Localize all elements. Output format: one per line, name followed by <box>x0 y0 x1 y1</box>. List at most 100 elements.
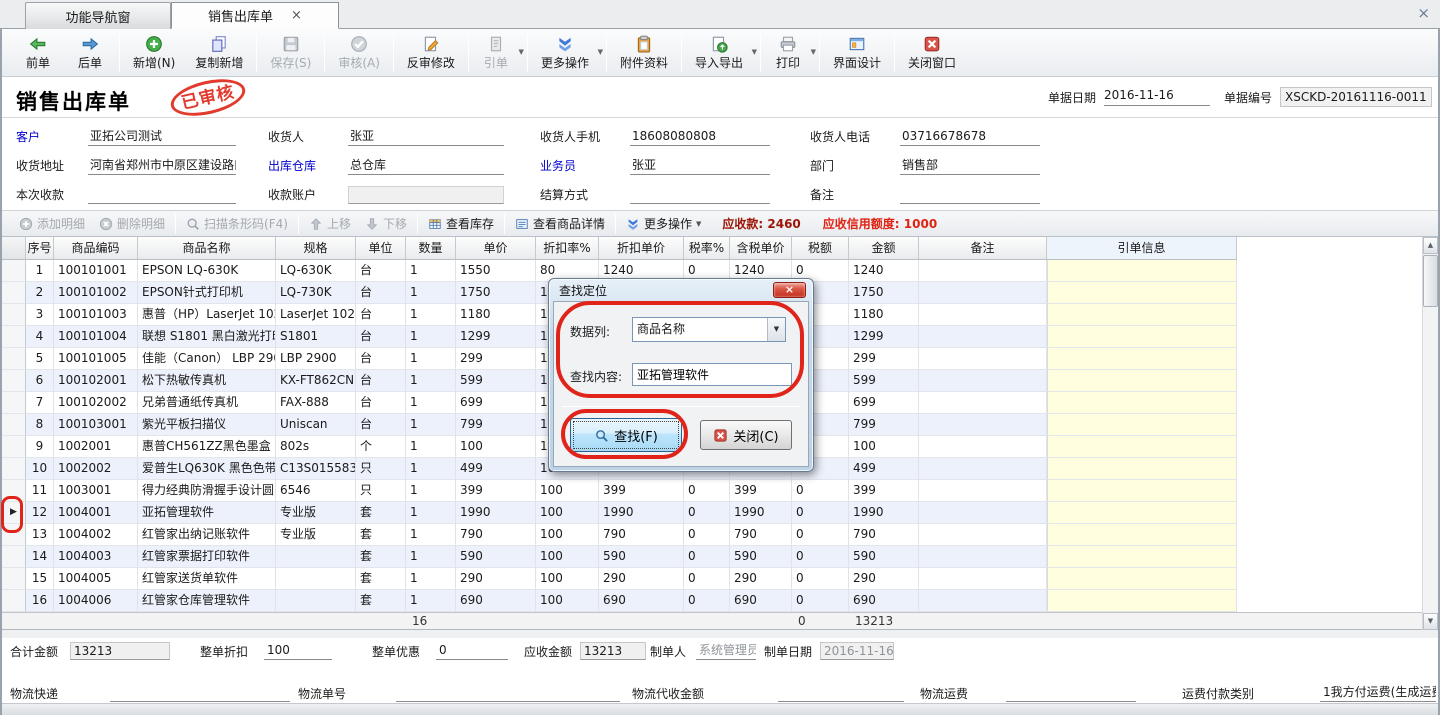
field-value[interactable]: 0 <box>436 642 508 660</box>
cell[interactable]: 690 <box>730 590 792 612</box>
scroll-up-icon[interactable]: ▲ <box>1423 237 1438 254</box>
cell[interactable]: 699 <box>456 392 536 414</box>
cell[interactable]: 690 <box>456 590 536 612</box>
cell[interactable]: 0 <box>684 524 730 546</box>
column-header[interactable]: 金额 <box>849 237 919 260</box>
cell[interactable]: 1 <box>406 590 456 612</box>
row-header[interactable] <box>2 370 26 392</box>
cell[interactable] <box>1047 348 1237 370</box>
cell[interactable] <box>1047 458 1237 480</box>
cell[interactable]: 1240 <box>849 260 919 282</box>
cell[interactable]: 11 <box>26 480 54 502</box>
grid-view-product-detail-button[interactable]: 查看商品详情 <box>508 215 612 232</box>
cell[interactable]: 惠普CH561ZZ黑色墨盒 <box>138 436 276 458</box>
cell[interactable]: 100 <box>536 524 599 546</box>
cell[interactable]: 399 <box>599 480 684 502</box>
cell[interactable]: 1990 <box>849 502 919 524</box>
vertical-scrollbar[interactable]: ▲ ▼ <box>1422 237 1438 630</box>
cell[interactable]: EPSON针式打印机 <box>138 282 276 304</box>
cell[interactable]: 红管家送货单软件 <box>138 568 276 590</box>
cell[interactable]: 0 <box>792 524 849 546</box>
cell[interactable]: 100101005 <box>54 348 138 370</box>
table-row[interactable]: 131004002红管家出纳记账软件专业版套179010079007900790 <box>2 524 1438 546</box>
cell[interactable] <box>919 590 1047 612</box>
cell[interactable]: 专业版 <box>276 502 356 524</box>
grid-more-actions-button[interactable]: 更多操作▼ <box>619 215 708 232</box>
field-value[interactable]: 总仓库 <box>348 157 504 175</box>
cell[interactable]: 1 <box>406 502 456 524</box>
cell[interactable]: 790 <box>599 524 684 546</box>
field-value[interactable]: 100 <box>264 642 332 660</box>
cell[interactable]: 个 <box>356 436 406 458</box>
cell[interactable] <box>919 326 1047 348</box>
toolbar-new-button[interactable]: 新增(N) <box>123 31 185 75</box>
cell[interactable]: 套 <box>356 546 406 568</box>
cell[interactable] <box>919 480 1047 502</box>
cell[interactable] <box>919 458 1047 480</box>
cell[interactable]: 499 <box>456 458 536 480</box>
toolbar-next-doc-button[interactable]: 后单 <box>64 31 116 75</box>
field-value[interactable] <box>396 684 620 702</box>
search-content-input[interactable] <box>632 363 792 386</box>
cell[interactable]: 亚拓管理软件 <box>138 502 276 524</box>
field-value[interactable] <box>110 684 290 702</box>
grid-move-up-button[interactable]: 上移 <box>302 215 358 232</box>
cell[interactable]: 台 <box>356 370 406 392</box>
cell[interactable]: 0 <box>792 480 849 502</box>
cell[interactable]: KX-FT862CN <box>276 370 356 392</box>
cell[interactable] <box>919 304 1047 326</box>
cell[interactable]: 惠普（HP）LaserJet 1020 <box>138 304 276 326</box>
column-header[interactable]: 数量 <box>406 237 456 260</box>
cell[interactable]: 1 <box>406 436 456 458</box>
cell[interactable]: 100102002 <box>54 392 138 414</box>
cell[interactable]: 0 <box>792 546 849 568</box>
toolbar-close-window-button[interactable]: 关闭窗口 <box>898 31 966 75</box>
field-value[interactable]: 18608080808 <box>630 128 770 146</box>
cell[interactable] <box>919 502 1047 524</box>
field-value[interactable]: 13213 <box>70 642 170 660</box>
cell[interactable]: Uniscan <box>276 414 356 436</box>
column-header[interactable]: 序号 <box>26 237 54 260</box>
cell[interactable]: LaserJet 1020 <box>276 304 356 326</box>
row-header[interactable] <box>2 590 26 612</box>
cell[interactable]: 290 <box>599 568 684 590</box>
column-header[interactable]: 含税单价 <box>730 237 792 260</box>
cell[interactable]: 1003001 <box>54 480 138 502</box>
cell[interactable] <box>919 436 1047 458</box>
cell[interactable] <box>1047 326 1237 348</box>
field-value[interactable]: 2016-11-16 <box>820 642 894 660</box>
cell[interactable]: 14 <box>26 546 54 568</box>
table-row[interactable]: ▶121004001亚拓管理软件专业版套11990100199001990019… <box>2 502 1438 524</box>
cell[interactable]: 1 <box>406 392 456 414</box>
row-header-corner[interactable] <box>2 237 26 260</box>
cell[interactable]: 套 <box>356 568 406 590</box>
cell[interactable]: 专业版 <box>276 524 356 546</box>
toolbar-pull-doc-button[interactable]: 引单▼ <box>472 31 524 75</box>
toolbar-prev-doc-button[interactable]: 前单 <box>12 31 64 75</box>
cell[interactable]: 290 <box>849 568 919 590</box>
cell[interactable]: 台 <box>356 348 406 370</box>
row-header[interactable] <box>2 546 26 568</box>
field-value[interactable]: 河南省郑州市中原区建设路口 <box>88 157 236 175</box>
field-value[interactable]: 13213 <box>580 642 646 660</box>
cell[interactable] <box>1047 436 1237 458</box>
dialog-close-icon[interactable]: × <box>773 282 806 298</box>
cell[interactable]: 1180 <box>456 304 536 326</box>
tab-sales-outbound[interactable]: 销售出库单 × <box>171 2 339 29</box>
cell[interactable]: 1990 <box>456 502 536 524</box>
cell[interactable]: 399 <box>849 480 919 502</box>
cell[interactable]: 100 <box>456 436 536 458</box>
table-row[interactable]: 111003001得力经典防滑握手设计圆6546只139910039903990… <box>2 480 1438 502</box>
cell[interactable] <box>919 370 1047 392</box>
column-header[interactable]: 备注 <box>919 237 1047 260</box>
cell[interactable]: 1750 <box>456 282 536 304</box>
toolbar-unaudit-edit-button[interactable]: 反审修改 <box>397 31 465 75</box>
cell[interactable] <box>919 260 1047 282</box>
cell[interactable]: 790 <box>849 524 919 546</box>
cell[interactable]: 红管家票据打印软件 <box>138 546 276 568</box>
cell[interactable]: 联想 S1801 黑白激光打印 <box>138 326 276 348</box>
table-row[interactable]: 161004006红管家仓库管理软件套169010069006900690 <box>2 590 1438 612</box>
cell[interactable]: 290 <box>730 568 792 590</box>
cell[interactable]: 6 <box>26 370 54 392</box>
cell[interactable]: 100101002 <box>54 282 138 304</box>
